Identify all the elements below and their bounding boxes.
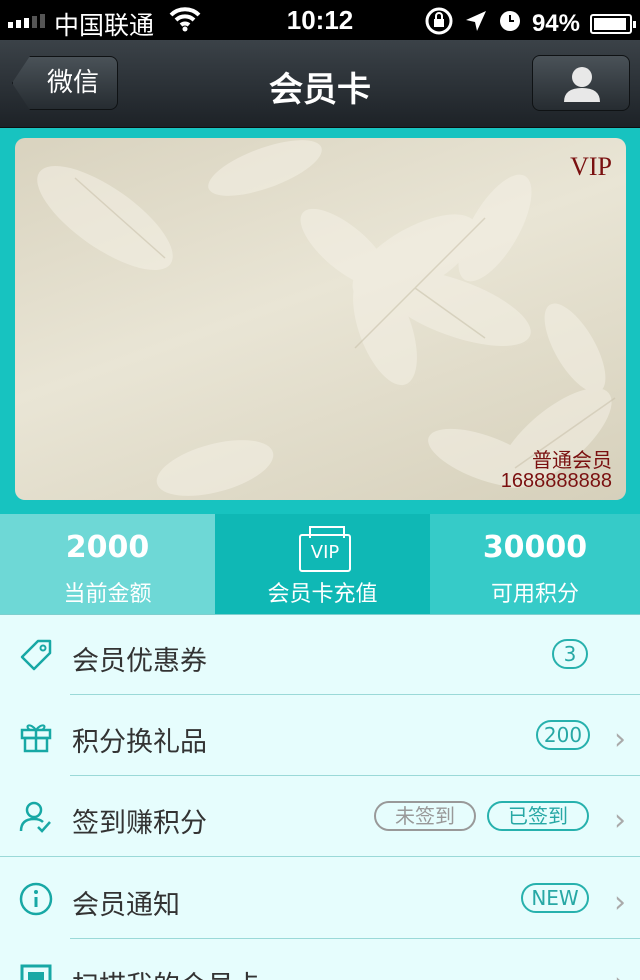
- card-area: VIP 普通会员 1688888888: [0, 128, 640, 514]
- notice-new-badge: NEW: [521, 883, 589, 913]
- chevron-right-icon: ›: [614, 966, 626, 980]
- menu-label-coupons: 会员优惠券: [72, 646, 207, 677]
- points-label: 可用积分: [490, 582, 579, 607]
- signed-button[interactable]: 已签到: [487, 801, 589, 831]
- balance-stat[interactable]: 2000 当前金额: [0, 514, 215, 614]
- balance-label: 当前金额: [63, 582, 152, 607]
- member-menu: 会员优惠券 3 积分换礼品 200 › 签到赚积分 未签到 已签到 › 会员通知…: [0, 614, 640, 980]
- menu-label-gifts: 积分换礼品: [72, 727, 207, 758]
- status-bar: 中国联通 10:12 94%: [0, 0, 640, 40]
- points-stat[interactable]: 30000 可用积分: [430, 514, 640, 614]
- battery-percent: 94%: [531, 9, 580, 37]
- navigation-bar: 微信 会员卡: [0, 40, 640, 128]
- menu-label-notice: 会员通知: [72, 890, 180, 921]
- menu-label-scan: 扫描我的会员卡: [72, 964, 261, 980]
- info-icon: [18, 881, 54, 917]
- card-number: 1688888888: [500, 470, 612, 492]
- menu-item-notice[interactable]: 会员通知 NEW ›: [0, 859, 640, 939]
- member-level: 普通会员: [532, 448, 612, 472]
- tag-icon: [18, 637, 54, 673]
- coupons-count-badge: 3: [552, 639, 588, 669]
- recharge-button[interactable]: VIP 会员卡充值: [215, 514, 430, 614]
- card-vip-badge: VIP: [570, 152, 612, 181]
- points-value: 30000: [482, 530, 588, 565]
- vip-card-icon: VIP: [299, 526, 351, 572]
- menu-item-gifts[interactable]: 积分换礼品 200 ›: [0, 696, 640, 776]
- rotation-lock-icon: [424, 6, 454, 41]
- battery-icon: [590, 13, 636, 34]
- location-icon: [464, 9, 488, 38]
- menu-item-checkin[interactable]: 签到赚积分 未签到 已签到 ›: [0, 777, 640, 857]
- not-signed-button[interactable]: 未签到: [374, 801, 476, 831]
- chevron-right-icon: ›: [614, 803, 626, 838]
- gift-icon: [18, 718, 54, 754]
- chevron-right-icon: ›: [614, 722, 626, 757]
- chevron-right-icon: ›: [614, 885, 626, 920]
- menu-item-scan[interactable]: 扫描我的会员卡 ›: [0, 940, 640, 980]
- membership-card[interactable]: VIP 普通会员 1688888888: [15, 138, 626, 500]
- menu-label-checkin: 签到赚积分: [72, 808, 207, 839]
- recharge-label: 会员卡充值: [267, 582, 378, 607]
- stats-row: 2000 当前金额 VIP 会员卡充值 30000 可用积分: [0, 514, 640, 614]
- menu-item-coupons[interactable]: 会员优惠券 3: [0, 615, 640, 695]
- user-icon: [564, 67, 600, 102]
- gifts-points-badge: 200: [536, 720, 590, 750]
- balance-value: 2000: [65, 530, 150, 565]
- qr-code-icon: [18, 962, 54, 980]
- profile-button[interactable]: [532, 55, 630, 111]
- alarm-icon: [498, 9, 522, 38]
- user-check-icon: [18, 799, 54, 835]
